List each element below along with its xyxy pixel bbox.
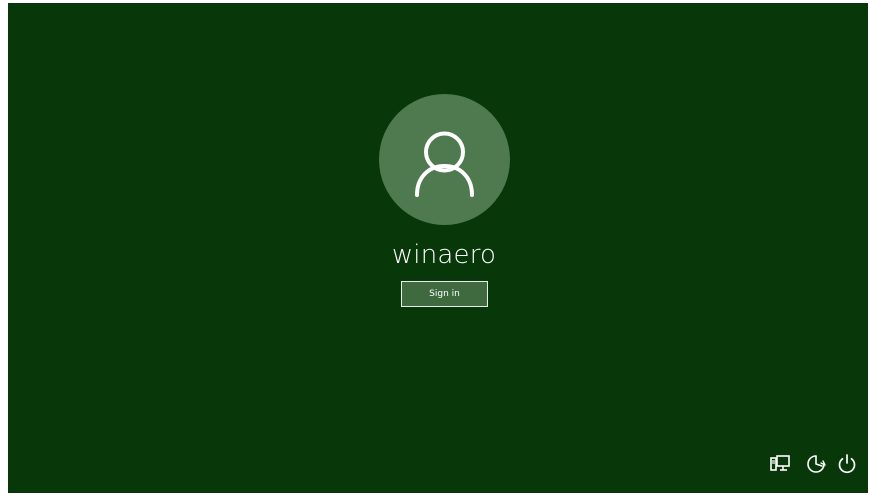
sign-in-button[interactable]: Sign in — [401, 281, 488, 307]
lock-screen: winaero Sign in — [8, 3, 868, 493]
username-label: winaero — [391, 240, 497, 270]
user-silhouette-icon — [415, 131, 474, 197]
power-icon[interactable] — [835, 452, 859, 476]
ease-of-access-icon[interactable] — [804, 452, 828, 476]
user-avatar — [379, 94, 510, 225]
network-icon[interactable] — [768, 452, 792, 476]
